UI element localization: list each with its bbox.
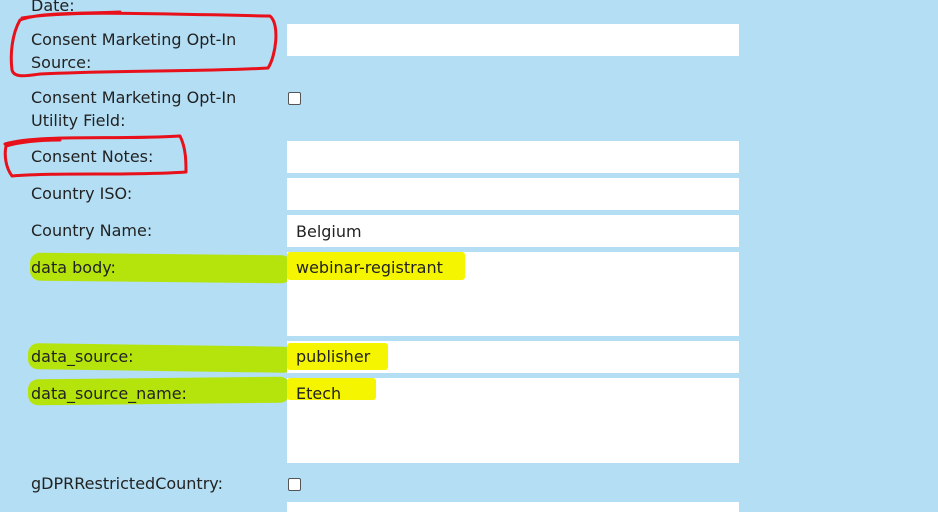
next-field-input[interactable] — [287, 502, 739, 512]
date-label: Date: — [31, 0, 75, 15]
country-name-input[interactable] — [287, 215, 739, 247]
country-name-label: Country Name: — [31, 221, 153, 240]
country-iso-label: Country ISO: — [31, 184, 133, 203]
consent-opt-in-source-input[interactable] — [287, 24, 739, 56]
gdpr-restricted-country-label: gDPRRestrictedCountry: — [31, 474, 223, 493]
data-source-label: data_source: — [31, 347, 134, 366]
country-iso-input[interactable] — [287, 178, 739, 210]
consent-notes-input[interactable] — [287, 141, 739, 173]
data-body-textarea[interactable]: webinar-registrant — [287, 252, 739, 336]
consent-opt-in-utility-checkbox[interactable] — [288, 92, 301, 105]
data-body-value: webinar-registrant — [296, 258, 443, 277]
data-source-input[interactable]: publisher — [287, 341, 739, 373]
data-body-label: data body: — [31, 258, 116, 277]
data-source-name-value: Etech — [296, 384, 342, 403]
data-source-name-textarea[interactable]: Etech — [287, 378, 739, 463]
data-source-value: publisher — [296, 347, 371, 366]
consent-opt-in-source-label: Consent Marketing Opt-In Source: — [31, 30, 237, 72]
data-source-name-label: data_source_name: — [31, 384, 187, 403]
consent-opt-in-utility-label: Consent Marketing Opt-In Utility Field: — [31, 88, 237, 130]
gdpr-restricted-country-checkbox[interactable] — [288, 478, 301, 491]
consent-notes-label: Consent Notes: — [31, 147, 154, 166]
